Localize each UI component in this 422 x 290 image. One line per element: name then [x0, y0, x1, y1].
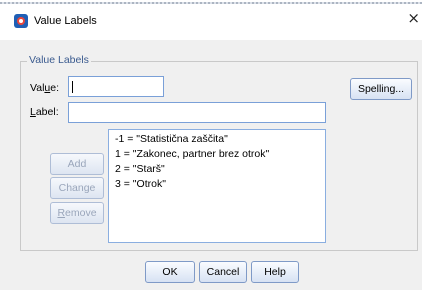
add-button[interactable]: Add: [50, 153, 104, 175]
list-item[interactable]: -1 = "Statistična zaščita": [115, 133, 319, 148]
app-icon: [14, 14, 28, 28]
close-icon[interactable]: ×: [407, 11, 420, 26]
ok-button[interactable]: OK: [145, 261, 195, 283]
value-field-label: Value:: [30, 82, 60, 94]
top-edge: [0, 0, 422, 6]
group-legend: Value Labels: [27, 54, 91, 66]
change-button[interactable]: Change: [50, 177, 104, 199]
spelling-button[interactable]: Spelling...: [350, 78, 412, 100]
help-button[interactable]: Help: [251, 261, 299, 283]
value-labels-list[interactable]: -1 = "Statistična zaščita" 1 = "Zakonec,…: [108, 129, 326, 243]
list-item[interactable]: 1 = "Zakonec, partner brez otrok": [115, 148, 319, 163]
list-item[interactable]: 2 = "Starš": [115, 163, 319, 178]
list-item[interactable]: 3 = "Otrok": [115, 178, 319, 193]
value-input[interactable]: [68, 76, 164, 97]
label-field-label: Label:: [30, 106, 59, 118]
remove-button[interactable]: Remove: [50, 202, 104, 224]
text-caret: [72, 81, 73, 93]
cancel-button[interactable]: Cancel: [199, 261, 247, 283]
label-input[interactable]: [68, 102, 326, 123]
window-title: Value Labels: [34, 15, 97, 27]
